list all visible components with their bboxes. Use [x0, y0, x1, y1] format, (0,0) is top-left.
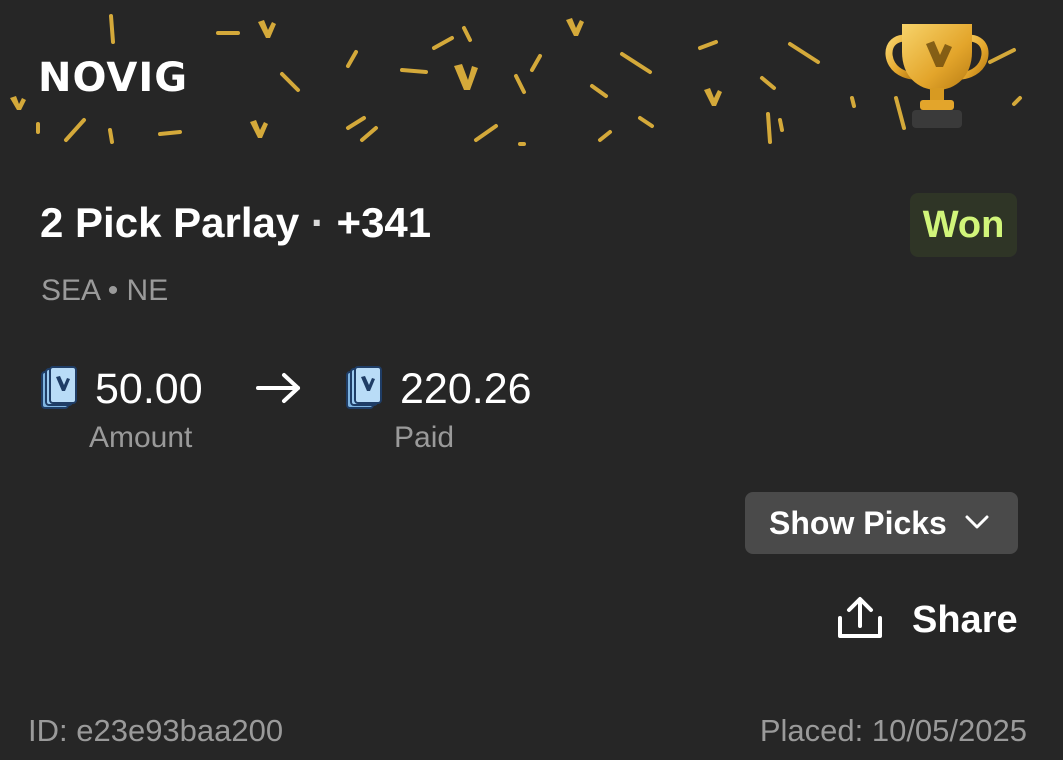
paid-value: 220.26 — [400, 365, 532, 413]
trophy-icon — [885, 24, 989, 128]
chevron-down-icon — [965, 515, 989, 529]
share-label: Share — [912, 599, 1018, 641]
stake-value: 50.00 — [95, 365, 203, 413]
parlay-type: 2 Pick Parlay — [40, 199, 300, 246]
bet-odds: +341 — [336, 199, 432, 246]
show-picks-label: Show Picks — [769, 504, 947, 541]
status-badge: Won — [910, 193, 1017, 257]
bet-id: ID: e23e93baa200 — [28, 713, 284, 748]
stake-label: Amount — [89, 421, 193, 454]
teams-label: SEA • NE — [41, 274, 169, 307]
novig-logo: NOVIG — [38, 55, 189, 101]
share-icon — [838, 597, 882, 638]
arrow-right-icon — [256, 373, 300, 403]
novig-coin-icon — [41, 366, 77, 409]
placed-date: Placed: 10/05/2025 — [759, 713, 1027, 748]
paid-label: Paid — [394, 421, 455, 454]
share-button[interactable]: Share — [834, 594, 1024, 646]
bet-title: 2 Pick Parlay · +341 — [40, 198, 431, 248]
show-picks-button[interactable]: Show Picks — [745, 492, 1018, 554]
novig-coin-icon — [346, 366, 382, 409]
title-separator: · — [310, 199, 325, 246]
